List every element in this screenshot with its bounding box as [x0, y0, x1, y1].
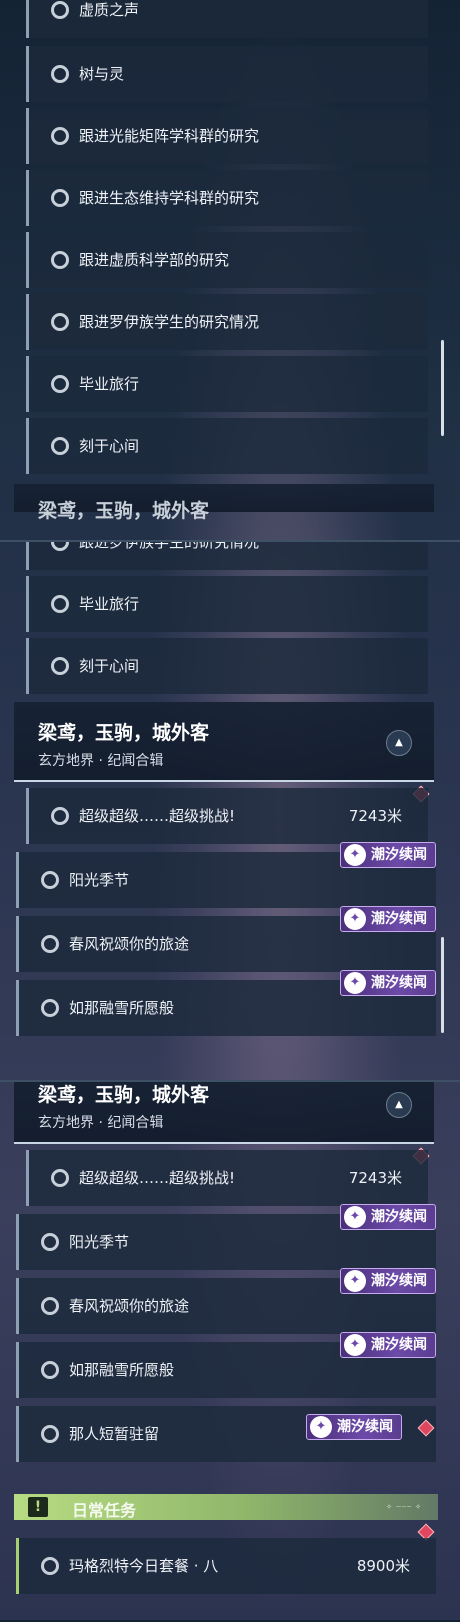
tidal-star-icon: ✦	[344, 908, 366, 930]
radio-circle-icon	[51, 189, 69, 207]
quest-item[interactable]: 跟进罗伊族学生的研究情况	[26, 294, 428, 350]
daily-quest-header[interactable]: ! 日常任务 ✧ ┈┈┈ ✧	[14, 1494, 438, 1520]
quest-group-subtitle: 玄方地界 · 纪闻合辑	[38, 753, 164, 769]
exclamation-icon: !	[28, 1497, 48, 1517]
tidal-badge: ✦ 潮汐续闻	[340, 842, 436, 868]
quest-item[interactable]: 刻于心间	[26, 638, 428, 694]
quest-item[interactable]: 跟进罗伊族学生的研究情况	[26, 540, 428, 570]
tidal-badge: ✦ 潮汐续闻	[306, 1414, 402, 1440]
quest-list-section-2: 跟进罗伊族学生的研究情况 毕业旅行 刻于心间 梁鸢，玉驹，城外客 玄方地界 · …	[0, 540, 460, 1082]
quest-list-section-3: 梁鸢，玉驹，城外客 玄方地界 · 纪闻合辑 ▲ 超级超级……超级挑战! 7243…	[0, 1080, 460, 1622]
radio-circle-icon	[41, 1557, 59, 1575]
tidal-badge: ✦ 潮汐续闻	[340, 1268, 436, 1294]
daily-quest-title: 日常任务	[72, 1501, 137, 1520]
quest-label: 跟进生态维持学科群的研究	[79, 189, 260, 207]
quest-distance: 7243米	[348, 807, 402, 825]
quest-group-subtitle: 玄方地界 · 纪闻合辑	[38, 1115, 164, 1131]
chevron-up-icon[interactable]: ▲	[386, 1092, 412, 1118]
quest-label: 跟进罗伊族学生的研究情况	[79, 540, 260, 551]
quest-item[interactable]: 毕业旅行	[26, 356, 428, 412]
quest-label: 虚质之声	[79, 1, 140, 19]
quest-group-title: 梁鸢，玉驹，城外客	[38, 722, 210, 744]
quest-label: 春风祝颂你的旅途	[69, 1297, 190, 1315]
quest-item[interactable]: 树与灵	[26, 46, 428, 102]
quest-label: 那人短暂驻留	[69, 1425, 160, 1443]
radio-circle-icon	[41, 935, 59, 953]
tidal-star-icon: ✦	[344, 1206, 366, 1228]
radio-circle-icon	[51, 595, 69, 613]
quest-item[interactable]: 跟进虚质科学部的研究	[26, 232, 428, 288]
quest-item[interactable]: 跟进生态维持学科群的研究	[26, 170, 428, 226]
quest-label: 超级超级……超级挑战!	[79, 1169, 236, 1187]
quest-label: 如那融雪所愿般	[69, 999, 175, 1017]
quest-label: 刻于心间	[79, 437, 140, 455]
radio-circle-icon	[51, 375, 69, 393]
quest-label: 跟进罗伊族学生的研究情况	[79, 313, 260, 331]
tidal-badge: ✦ 潮汐续闻	[340, 906, 436, 932]
quest-label: 春风祝颂你的旅途	[69, 935, 190, 953]
quest-item-challenge[interactable]: 超级超级……超级挑战! 7243米	[26, 788, 428, 844]
quest-label: 刻于心间	[79, 657, 140, 675]
tidal-star-icon: ✦	[344, 844, 366, 866]
radio-circle-icon	[51, 1169, 69, 1187]
quest-label: 阳光季节	[69, 871, 130, 889]
quest-label: 阳光季节	[69, 1233, 130, 1251]
tidal-badge: ✦ 潮汐续闻	[340, 970, 436, 996]
quest-item[interactable]: 毕业旅行	[26, 576, 428, 632]
quest-item[interactable]: 跟进光能矩阵学科群的研究	[26, 108, 428, 164]
quest-group-header[interactable]: 梁鸢，玉驹，城外客 玄方地界 · 纪闻合辑 ▲	[14, 1082, 434, 1144]
quest-label: 玛格烈特今日套餐 · 八	[69, 1557, 219, 1575]
radio-circle-icon	[51, 437, 69, 455]
radio-circle-icon	[51, 127, 69, 145]
quest-list-section-1: 虚质之声 树与灵 跟进光能矩阵学科群的研究 跟进生态维持学科群的研究 跟进虚质科…	[0, 0, 460, 540]
quest-label: 跟进虚质科学部的研究	[79, 251, 230, 269]
decorative-pattern: ✧ ┈┈┈ ✧	[386, 1503, 422, 1511]
quest-label: 超级超级……超级挑战!	[79, 807, 236, 825]
quest-label: 毕业旅行	[79, 595, 140, 613]
scrollbar-thumb[interactable]	[441, 937, 444, 1033]
quest-group-header[interactable]: 梁鸢，玉驹，城外客	[14, 484, 434, 522]
radio-circle-icon	[51, 807, 69, 825]
quest-label: 如那融雪所愿般	[69, 1361, 175, 1379]
tidal-star-icon: ✦	[344, 1334, 366, 1356]
quest-group-title: 梁鸢，玉驹，城外客	[38, 500, 210, 522]
radio-circle-icon	[41, 999, 59, 1017]
radio-circle-icon	[41, 871, 59, 889]
radio-circle-icon	[51, 251, 69, 269]
quest-distance: 7243米	[348, 1169, 402, 1187]
radio-circle-icon	[51, 313, 69, 331]
scrollbar-thumb[interactable]	[441, 340, 444, 436]
radio-circle-icon	[41, 1297, 59, 1315]
quest-group-header[interactable]: 梁鸢，玉驹，城外客 玄方地界 · 纪闻合辑 ▲	[14, 702, 434, 782]
quest-group-title: 梁鸢，玉驹，城外客	[38, 1084, 210, 1106]
radio-circle-icon	[51, 65, 69, 83]
radio-circle-icon	[41, 1233, 59, 1251]
quest-label: 树与灵	[79, 65, 125, 83]
quest-item-challenge[interactable]: 超级超级……超级挑战! 7243米	[26, 1150, 428, 1206]
radio-circle-icon	[41, 1425, 59, 1443]
chevron-up-icon[interactable]: ▲	[386, 730, 412, 756]
tidal-star-icon: ✦	[344, 1270, 366, 1292]
quest-distance: 8900米	[356, 1557, 410, 1575]
quest-item[interactable]: 虚质之声	[26, 0, 428, 38]
quest-label: 跟进光能矩阵学科群的研究	[79, 127, 260, 145]
tidal-star-icon: ✦	[310, 1416, 332, 1438]
tidal-badge: ✦ 潮汐续闻	[340, 1332, 436, 1358]
radio-circle-icon	[51, 1, 69, 19]
quest-item-daily[interactable]: 玛格烈特今日套餐 · 八 8900米	[16, 1538, 436, 1594]
radio-circle-icon	[51, 657, 69, 675]
quest-label: 毕业旅行	[79, 375, 140, 393]
radio-circle-icon	[41, 1361, 59, 1379]
radio-circle-icon	[51, 542, 69, 551]
quest-item[interactable]: 刻于心间	[26, 418, 428, 474]
tidal-star-icon: ✦	[344, 972, 366, 994]
tidal-badge: ✦ 潮汐续闻	[340, 1204, 436, 1230]
